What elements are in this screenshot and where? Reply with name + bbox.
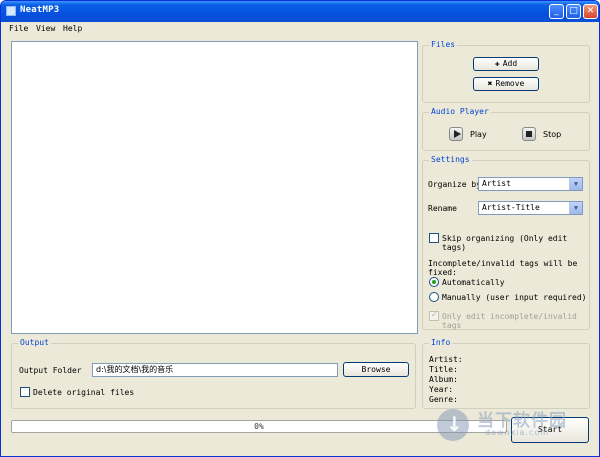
- info-title-label: Title:: [429, 365, 458, 374]
- chevron-down-icon[interactable]: ▼: [569, 178, 582, 190]
- main-window: NeatMP3 _ □ ✕ File View Help Files ✚ Add …: [0, 0, 600, 457]
- manually-radio[interactable]: [429, 292, 439, 302]
- files-group: Files ✚ Add ✖ Remove: [422, 40, 590, 103]
- close-button[interactable]: ✕: [583, 4, 598, 19]
- organize-by-value: Artist: [482, 179, 511, 188]
- stop-icon[interactable]: [522, 127, 536, 141]
- skip-organizing-label[interactable]: Skip organizing (Only edit tags): [442, 234, 589, 252]
- menu-bar: File View Help: [1, 22, 599, 36]
- info-year-label: Year:: [429, 385, 454, 394]
- rename-label: Rename: [428, 204, 457, 213]
- only-edit-label: Only edit incomplete/invalid tags: [442, 312, 577, 330]
- minimize-button[interactable]: _: [549, 4, 564, 19]
- remove-button[interactable]: ✖ Remove: [473, 77, 539, 91]
- file-list[interactable]: [11, 41, 418, 334]
- organize-by-label: Organize by: [428, 180, 481, 189]
- skip-organizing-checkbox[interactable]: [429, 233, 439, 243]
- watermark: 当下软件园 downxia.com: [433, 403, 593, 443]
- menu-help[interactable]: Help: [63, 24, 82, 33]
- settings-group: Settings Organize by Artist ▼ Rename Art…: [422, 155, 590, 330]
- remove-button-label: Remove: [495, 79, 525, 88]
- automatically-radio[interactable]: [429, 277, 439, 287]
- info-title: Info: [429, 338, 453, 347]
- watermark-en-text: downxia.com: [485, 428, 550, 437]
- incomplete-tags-label: Incomplete/invalid tags will be fixed:: [428, 259, 578, 277]
- automatically-label[interactable]: Automatically: [442, 278, 505, 287]
- info-group: Info Artist: Title: Album: Year: Genre:: [422, 338, 590, 409]
- output-folder-value: d:\我的文档\我的音乐: [96, 365, 174, 374]
- progress-text: 0%: [254, 422, 264, 431]
- add-button-label: Add: [502, 59, 518, 68]
- delete-original-label[interactable]: Delete original files: [33, 388, 134, 397]
- output-folder-input[interactable]: d:\我的文档\我的音乐: [92, 363, 338, 377]
- x-icon: ✖: [487, 79, 493, 88]
- stop-button-label[interactable]: Stop: [543, 130, 561, 139]
- menu-file[interactable]: File: [9, 24, 28, 33]
- audio-player-title: Audio Player: [429, 107, 491, 116]
- chevron-down-icon[interactable]: ▼: [569, 202, 582, 214]
- manually-label[interactable]: Manually (user input required): [442, 293, 587, 302]
- browse-button-label: Browse: [361, 365, 391, 374]
- play-icon[interactable]: [449, 127, 463, 141]
- rename-select[interactable]: Artist-Title ▼: [478, 201, 583, 215]
- files-group-title: Files: [429, 40, 458, 49]
- info-album-label: Album:: [429, 375, 458, 384]
- rename-value: Artist-Title: [482, 203, 540, 212]
- title-bar[interactable]: NeatMP3 _ □ ✕: [1, 1, 599, 22]
- download-arrow-icon: [437, 409, 469, 441]
- menu-view[interactable]: View: [36, 24, 55, 33]
- info-artist-label: Artist:: [429, 355, 463, 364]
- browse-button[interactable]: Browse: [343, 362, 409, 377]
- maximize-button[interactable]: □: [566, 4, 581, 19]
- only-edit-checkbox[interactable]: [429, 310, 439, 321]
- output-group: Output Output Folder d:\我的文档\我的音乐 Browse…: [11, 338, 416, 409]
- play-button-label[interactable]: Play: [470, 130, 487, 139]
- plus-icon: ✚: [494, 59, 500, 68]
- app-icon: [6, 6, 16, 16]
- window-title: NeatMP3: [20, 5, 60, 15]
- settings-title: Settings: [429, 155, 472, 164]
- add-button[interactable]: ✚ Add: [473, 57, 539, 71]
- output-title: Output: [18, 338, 51, 347]
- output-folder-label: Output Folder: [19, 366, 82, 375]
- delete-original-checkbox[interactable]: [20, 387, 30, 397]
- audio-player-group: Audio Player Play Stop: [422, 107, 590, 151]
- organize-by-select[interactable]: Artist ▼: [478, 177, 583, 191]
